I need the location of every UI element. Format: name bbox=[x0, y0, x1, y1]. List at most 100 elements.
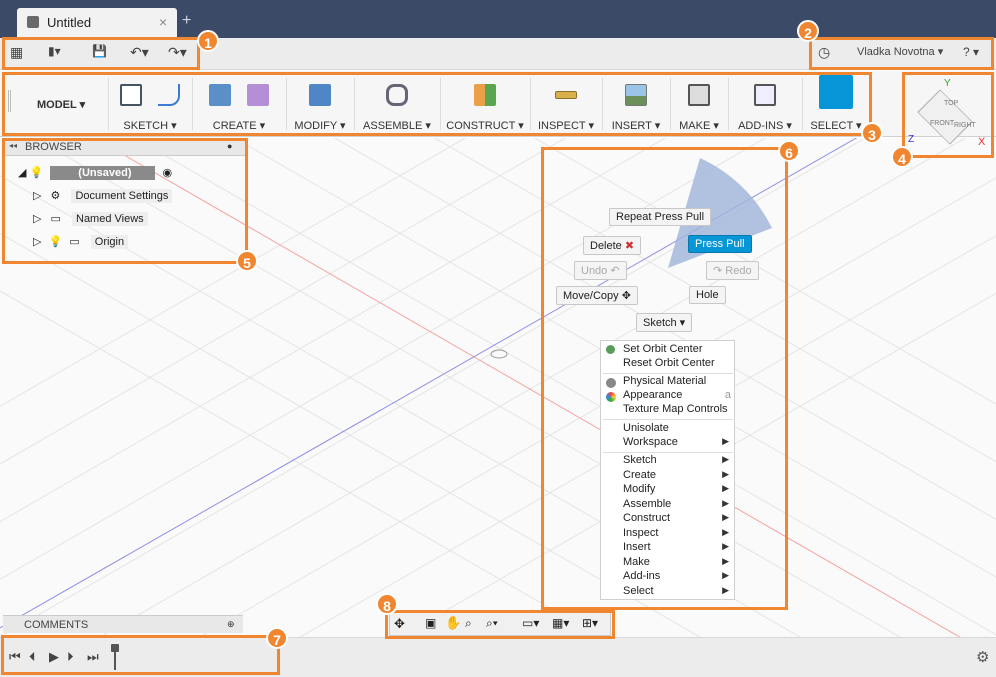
line-icon[interactable] bbox=[158, 84, 180, 106]
visibility-bulb-icon[interactable]: 💡 bbox=[30, 167, 44, 179]
create-group[interactable]: CREATE ▾ bbox=[194, 75, 284, 133]
make-group[interactable]: MAKE ▾ bbox=[672, 75, 726, 133]
previous-step-icon[interactable]: ⏴ bbox=[29, 649, 36, 665]
form-icon[interactable] bbox=[247, 84, 269, 106]
visibility-bulb-icon[interactable]: 💡 bbox=[49, 236, 63, 248]
comments-add-icon[interactable]: ⊕ bbox=[227, 619, 235, 630]
redo-button[interactable]: ↷ Redo bbox=[706, 261, 759, 280]
close-tab-icon[interactable]: × bbox=[159, 14, 167, 30]
new-tab-button[interactable]: + bbox=[182, 12, 191, 30]
ribbon-grip[interactable] bbox=[8, 90, 11, 112]
file-menu-icon[interactable]: ▮▾ bbox=[48, 44, 61, 58]
help-menu[interactable]: ? ▾ bbox=[963, 45, 979, 59]
first-step-icon[interactable]: ⏮ bbox=[9, 649, 21, 665]
measure-icon[interactable] bbox=[555, 91, 577, 99]
browser-header[interactable]: ◂◂ BROWSER ● bbox=[3, 138, 245, 156]
menu-item-add-ins[interactable]: Add-ins ▶ bbox=[623, 570, 729, 582]
menu-item-texture-map-controls[interactable]: Texture Map Controls bbox=[623, 403, 728, 415]
user-menu[interactable]: Vladka Novotna ▾ bbox=[857, 45, 943, 58]
browser-root[interactable]: ◢ 💡 (Unsaved) ◉ bbox=[18, 166, 172, 180]
menu-item-workspace[interactable]: Workspace ▶ bbox=[623, 436, 729, 448]
divider bbox=[354, 78, 355, 130]
menu-item-create[interactable]: Create ▶ bbox=[623, 469, 729, 481]
data-panel-icon[interactable]: ▦ bbox=[10, 44, 23, 61]
menu-item-reset-orbit-center[interactable]: Reset Orbit Center bbox=[623, 357, 715, 369]
settings-gear-icon[interactable]: ⚙ bbox=[976, 648, 989, 666]
undo-icon[interactable]: ↶▾ bbox=[130, 44, 149, 61]
modify-group[interactable]: MODIFY ▾ bbox=[288, 75, 352, 133]
create-sketch-icon[interactable] bbox=[120, 84, 142, 106]
divider bbox=[802, 78, 803, 130]
menu-item-assemble[interactable]: Assemble ▶ bbox=[623, 498, 729, 510]
play-icon[interactable]: ▶ bbox=[49, 649, 59, 665]
extrude-icon[interactable] bbox=[209, 84, 231, 106]
zoom-icon[interactable]: ⌕ bbox=[465, 616, 472, 631]
menu-item-construct[interactable]: Construct ▶ bbox=[623, 512, 729, 524]
canvas-viewport[interactable] bbox=[0, 138, 996, 637]
menu-item-modify[interactable]: Modify ▶ bbox=[623, 483, 729, 495]
assemble-group[interactable]: ASSEMBLE ▾ bbox=[356, 75, 438, 133]
press-pull-button[interactable]: Press Pull bbox=[688, 235, 752, 253]
construct-label: CONSTRUCT ▾ bbox=[446, 120, 524, 132]
select-group[interactable]: SELECT ▾ bbox=[804, 75, 868, 133]
viewcube-top-face[interactable] bbox=[917, 89, 973, 145]
x-axis-label: X bbox=[978, 136, 986, 148]
menu-item-appearance[interactable]: Appearance a bbox=[623, 389, 731, 401]
front-face-label: FRONT bbox=[930, 120, 955, 127]
menu-item-set-orbit-center[interactable]: Set Orbit Center bbox=[623, 343, 702, 355]
browser-item-named-views[interactable]: ▷ ▭ Named Views bbox=[33, 212, 148, 226]
inspect-group[interactable]: INSPECT ▾ bbox=[532, 75, 600, 133]
repeat-press-pull-button[interactable]: Repeat Press Pull bbox=[609, 208, 712, 226]
activate-icon[interactable]: ◉ bbox=[163, 167, 173, 179]
menu-item-make[interactable]: Make ▶ bbox=[623, 556, 729, 568]
menu-item-physical-material[interactable]: Physical Material bbox=[623, 375, 706, 387]
joint-icon[interactable] bbox=[386, 84, 408, 106]
3d-print-icon[interactable] bbox=[688, 84, 710, 106]
expand-icon[interactable]: ◢ bbox=[18, 167, 26, 179]
grid-settings-icon[interactable]: ▦▾ bbox=[552, 616, 569, 630]
menu-item-inspect[interactable]: Inspect ▶ bbox=[623, 527, 729, 539]
last-step-icon[interactable]: ⏭ bbox=[87, 649, 99, 665]
menu-item-insert[interactable]: Insert ▶ bbox=[623, 541, 729, 553]
browser-item-origin[interactable]: ▷ 💡 ▭ Origin bbox=[33, 235, 129, 249]
delete-button[interactable]: Delete ✖ bbox=[583, 236, 642, 255]
press-pull-icon[interactable] bbox=[309, 84, 331, 106]
select-icon[interactable] bbox=[819, 75, 853, 109]
comments-bar[interactable]: COMMENTS ⊕ bbox=[3, 615, 243, 633]
next-step-icon[interactable]: ⏵ bbox=[67, 649, 74, 665]
look-at-icon[interactable]: ▣ bbox=[425, 616, 436, 630]
sketch-group[interactable]: SKETCH ▾ bbox=[110, 75, 190, 133]
viewports-icon[interactable]: ⊞▾ bbox=[582, 616, 598, 630]
redo-icon[interactable]: ↷▾ bbox=[168, 44, 187, 61]
job-status-icon[interactable]: ◷ bbox=[818, 44, 830, 61]
menu-item-select[interactable]: Select ▶ bbox=[623, 585, 729, 597]
pan-icon[interactable]: ✋ bbox=[445, 615, 461, 631]
fit-icon[interactable]: ⌕▾ bbox=[486, 616, 498, 631]
orbit-icon[interactable]: ✥ bbox=[394, 616, 405, 632]
menu-item-sketch[interactable]: Sketch ▶ bbox=[623, 454, 729, 466]
scripts-icon[interactable] bbox=[754, 84, 776, 106]
construct-group[interactable]: CONSTRUCT ▾ bbox=[442, 75, 528, 133]
expand-icon[interactable]: ▷ bbox=[33, 190, 41, 202]
browser-minimize-icon[interactable]: ● bbox=[227, 141, 232, 151]
expand-icon[interactable]: ▷ bbox=[33, 236, 41, 248]
hole-button[interactable]: Hole bbox=[689, 286, 726, 304]
move-copy-button[interactable]: Move/Copy ✥ bbox=[556, 286, 638, 305]
display-settings-icon[interactable]: ▭▾ bbox=[522, 616, 539, 630]
insert-group[interactable]: INSERT ▾ bbox=[604, 75, 668, 133]
menu-item-unisolate[interactable]: Unisolate bbox=[623, 422, 669, 434]
document-tab[interactable]: Untitled × bbox=[17, 8, 177, 38]
undo-button[interactable]: Undo ↶ bbox=[574, 261, 627, 280]
workspace-switcher[interactable]: MODEL ▾ bbox=[37, 98, 85, 111]
offset-plane-icon[interactable] bbox=[474, 84, 496, 106]
timeline-marker[interactable] bbox=[111, 644, 119, 670]
viewcube[interactable]: FRONT RIGHT TOP Y X Z bbox=[908, 78, 986, 154]
collapse-icon[interactable]: ◂◂ bbox=[9, 141, 17, 150]
add-ins-group[interactable]: ADD-INS ▾ bbox=[730, 75, 800, 133]
item-label: Origin bbox=[90, 235, 129, 249]
sketch-dropdown-button[interactable]: Sketch ▾ bbox=[636, 313, 693, 332]
browser-item-document-settings[interactable]: ▷ ⚙ Document Settings bbox=[33, 189, 173, 203]
expand-icon[interactable]: ▷ bbox=[33, 213, 41, 225]
insert-image-icon[interactable] bbox=[625, 84, 647, 106]
save-icon[interactable]: 💾 bbox=[92, 44, 107, 58]
